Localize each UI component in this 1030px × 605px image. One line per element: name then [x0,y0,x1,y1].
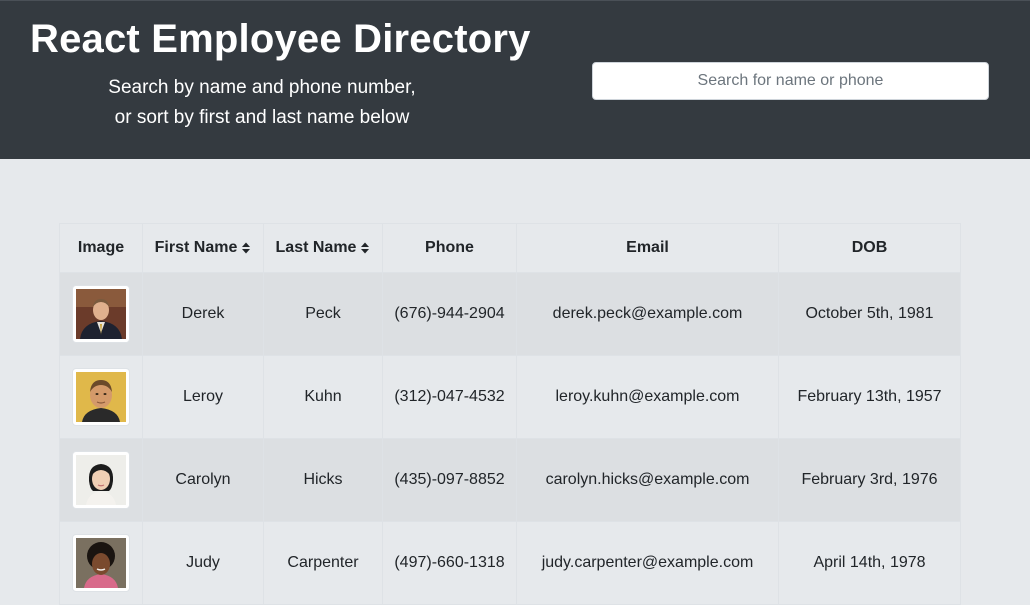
avatar [72,451,130,509]
man-photo [76,372,126,422]
cell-last-name: Peck [263,272,383,356]
column-header-image: Image [59,223,143,273]
cell-email: leroy.kuhn@example.com [516,355,779,439]
cell-dob: February 3rd, 1976 [778,438,961,522]
table-row: Judy Carpenter (497)-660-1318 judy.carpe… [59,521,961,605]
subtitle-line-2: or sort by first and last name below [114,107,410,128]
table-header-row: Image First Name Last Name Phone Email D… [59,223,961,273]
sort-icon[interactable] [360,241,370,255]
cell-dob: October 5th, 1981 [778,272,961,356]
woman-curly-hair-photo [76,538,126,588]
page-subtitle: Search by name and phone number, or sort… [62,73,462,133]
column-header-phone: Phone [382,223,517,273]
avatar [72,534,130,592]
cell-image [59,521,143,605]
cell-phone: (435)-097-8852 [382,438,517,522]
woman-photo [76,455,126,505]
search-input[interactable] [592,62,989,100]
first-name-header-label: First Name [154,239,238,256]
column-header-dob: DOB [778,223,961,273]
table-row: Derek Peck (676)-944-2904 derek.peck@exa… [59,272,961,356]
cell-first-name: Judy [142,521,264,605]
employee-table: Image First Name Last Name Phone Email D… [59,223,961,605]
cell-dob: April 14th, 1978 [778,521,961,605]
cell-first-name: Leroy [142,355,264,439]
cell-last-name: Kuhn [263,355,383,439]
cell-image [59,272,143,356]
cell-email: judy.carpenter@example.com [516,521,779,605]
cell-image [59,355,143,439]
subtitle-line-1: Search by name and phone number, [108,77,416,98]
page-title: React Employee Directory [30,17,531,61]
cell-last-name: Hicks [263,438,383,522]
cell-phone: (497)-660-1318 [382,521,517,605]
cell-email: carolyn.hicks@example.com [516,438,779,522]
column-header-first-name[interactable]: First Name [142,223,264,273]
sort-icon[interactable] [241,241,251,255]
cell-dob: February 13th, 1957 [778,355,961,439]
cell-last-name: Carpenter [263,521,383,605]
cell-first-name: Derek [142,272,264,356]
cell-image [59,438,143,522]
cell-email: derek.peck@example.com [516,272,779,356]
last-name-header-label: Last Name [275,239,357,256]
column-header-email: Email [516,223,779,273]
page-header: React Employee Directory Search by name … [0,0,1030,159]
table-row: Carolyn Hicks (435)-097-8852 carolyn.hic… [59,438,961,522]
cell-phone: (676)-944-2904 [382,272,517,356]
cell-first-name: Carolyn [142,438,264,522]
cell-phone: (312)-047-4532 [382,355,517,439]
avatar [72,285,130,343]
avatar [72,368,130,426]
table-row: Leroy Kuhn (312)-047-4532 leroy.kuhn@exa… [59,355,961,439]
column-header-last-name[interactable]: Last Name [263,223,383,273]
man-in-suit-photo [76,289,126,339]
